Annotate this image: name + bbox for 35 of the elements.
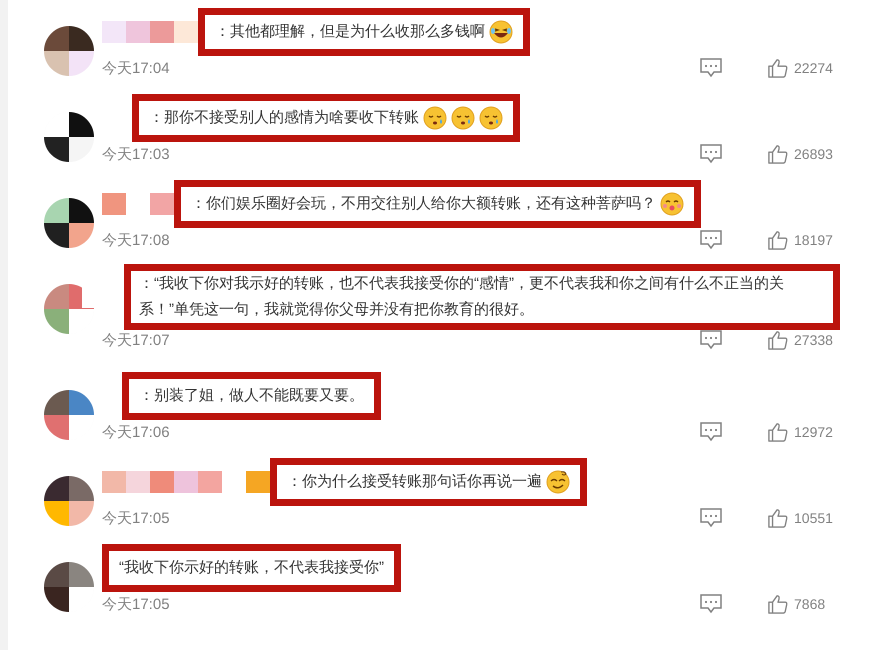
comment-icon[interactable] xyxy=(700,508,722,528)
comment-text: ：那你不接受别人的感情为啥要收下转账 xyxy=(149,108,419,128)
comment-icon[interactable] xyxy=(700,230,722,250)
comment-time: 今天17:03 xyxy=(102,144,171,164)
comment-icon[interactable] xyxy=(700,330,722,350)
thumbs-up-icon[interactable] xyxy=(768,144,788,164)
comment-time: 今天17:05 xyxy=(102,508,171,528)
comment-text: ：你为什么接受转账那句话你再说一遍 xyxy=(287,472,542,492)
thumbs-up-icon[interactable] xyxy=(768,58,788,78)
comment-icon[interactable] xyxy=(700,58,722,78)
comment-time: 今天17:06 xyxy=(102,422,171,442)
comment-text: ：其他都理解，但是为什么收那么多钱啊 xyxy=(215,22,485,42)
comment-icon[interactable] xyxy=(700,144,722,164)
comment-text: ：“我收下你对我示好的转账，也不代表我接受你的“感情”，更不代表我和你之间有什么不正当的关系！”单凭这一句，我就觉得你父母并没有把你教育的很好。 xyxy=(139,274,785,320)
comment-icon[interactable] xyxy=(700,422,722,442)
like-count: 7868 xyxy=(794,596,826,612)
like-count: 26893 xyxy=(794,146,833,162)
like-count: 10551 xyxy=(794,510,833,526)
thumbs-up-icon[interactable] xyxy=(768,508,788,528)
thumbs-up-icon[interactable] xyxy=(768,230,788,250)
comment-time: 今天17:08 xyxy=(102,230,171,250)
like-count: 12972 xyxy=(794,424,833,440)
comment-text: ：别装了姐，做人不能既要又要。 xyxy=(139,386,364,406)
comment-text: ：你们娱乐圈好会玩，不用交往别人给你大额转账，还有这种菩萨吗？ xyxy=(191,194,656,214)
thumbs-up-icon[interactable] xyxy=(768,422,788,442)
thumbs-up-icon[interactable] xyxy=(768,330,788,350)
comment-time: 今天17:04 xyxy=(102,58,171,78)
like-count: 22274 xyxy=(794,60,833,76)
like-count: 27338 xyxy=(794,332,833,348)
comment-icon[interactable] xyxy=(700,594,722,614)
comment-time: 今天17:05 xyxy=(102,594,171,614)
like-count: 18197 xyxy=(794,232,833,248)
thumbs-up-icon[interactable] xyxy=(768,594,788,614)
comment-text: “我收下你示好的转账，不代表我接受你” xyxy=(119,558,384,578)
comment-time: 今天17:07 xyxy=(102,330,171,350)
